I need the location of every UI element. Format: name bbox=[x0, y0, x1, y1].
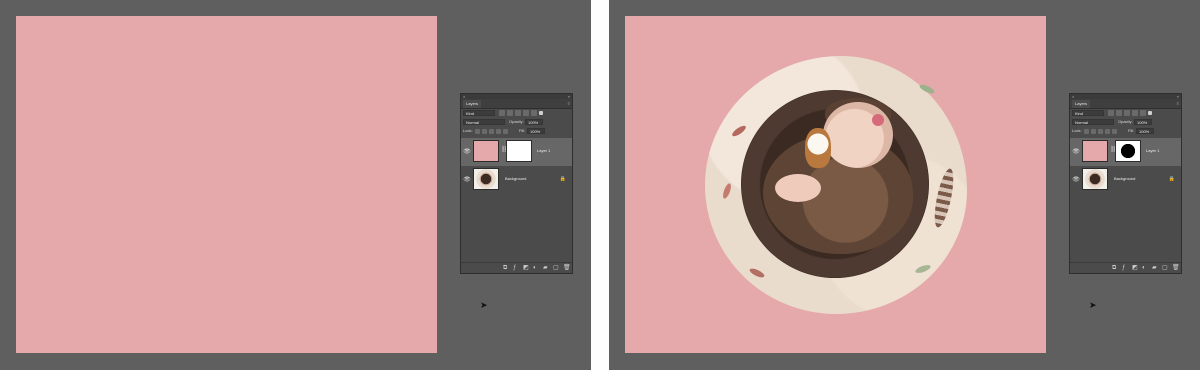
lock-row: Lock: Fill: 100% bbox=[1070, 127, 1181, 136]
headband-bow bbox=[872, 114, 884, 126]
panel-menu-icon[interactable]: ≡ bbox=[568, 101, 570, 106]
lock-transparency-icon[interactable] bbox=[1084, 129, 1089, 134]
layers-bottom-toolbar: ⧉ ƒ ◩ ◐ ▰ ▢ 🗑 bbox=[461, 262, 572, 273]
adjustment-layer-icon[interactable]: ◐ bbox=[533, 265, 537, 271]
layer-thumbnail-photo[interactable] bbox=[1082, 168, 1108, 190]
fx-icon[interactable]: ƒ bbox=[513, 265, 516, 271]
lock-all-icon[interactable] bbox=[1112, 129, 1117, 134]
document-canvas[interactable] bbox=[625, 16, 1046, 353]
filter-row: Kind bbox=[1070, 109, 1181, 118]
visibility-eye-icon[interactable]: 👁 bbox=[1072, 176, 1080, 184]
lock-position-icon[interactable] bbox=[489, 129, 494, 134]
filter-pixel-icon[interactable] bbox=[499, 110, 505, 116]
new-layer-icon[interactable]: ▢ bbox=[1162, 265, 1168, 271]
layer-row-background[interactable]: 👁 Background 🔒 bbox=[1070, 166, 1181, 194]
workspace-left: × » Layers ≡ Kind Normal Opacity: 100% L… bbox=[0, 0, 591, 370]
blend-row: Normal Opacity: 100% bbox=[1070, 118, 1181, 127]
lock-image-icon[interactable] bbox=[482, 129, 487, 134]
adjustment-layer-icon[interactable]: ◐ bbox=[1142, 265, 1146, 271]
layer-name[interactable]: Background bbox=[505, 176, 526, 181]
blend-mode-select[interactable]: Normal bbox=[463, 119, 505, 125]
visibility-eye-icon[interactable]: 👁 bbox=[463, 176, 471, 184]
baby-head bbox=[823, 102, 893, 168]
fill-input[interactable]: 100% bbox=[527, 128, 545, 134]
filter-shape-icon[interactable] bbox=[1132, 110, 1138, 116]
filter-type-icon[interactable] bbox=[1124, 110, 1130, 116]
lock-all-icon[interactable] bbox=[503, 129, 508, 134]
delete-layer-icon[interactable]: 🗑 bbox=[1172, 265, 1180, 271]
filter-adjustment-icon[interactable] bbox=[507, 110, 513, 116]
masked-newborn-photo[interactable] bbox=[705, 56, 967, 314]
fill-input[interactable]: 100% bbox=[1136, 128, 1154, 134]
tab-layers[interactable]: Layers bbox=[463, 100, 482, 108]
filter-toggle-icon[interactable] bbox=[1148, 111, 1152, 115]
lock-artboard-icon[interactable] bbox=[496, 129, 501, 134]
filter-kind-select[interactable]: Kind bbox=[463, 110, 495, 116]
new-layer-icon[interactable]: ▢ bbox=[553, 265, 559, 271]
layer-name[interactable]: Layer 1 bbox=[1146, 148, 1159, 153]
add-mask-icon[interactable]: ◩ bbox=[1132, 265, 1138, 271]
new-group-icon[interactable]: ▰ bbox=[543, 265, 548, 271]
lock-transparency-icon[interactable] bbox=[475, 129, 480, 134]
filter-pixel-icon[interactable] bbox=[1108, 110, 1114, 116]
owl-toy bbox=[805, 128, 831, 168]
layer-row-background[interactable]: 👁 Background 🔒 bbox=[461, 166, 572, 194]
filter-type-icon[interactable] bbox=[515, 110, 521, 116]
opacity-label: Opacity: bbox=[1118, 119, 1133, 124]
tab-layers[interactable]: Layers bbox=[1072, 100, 1091, 108]
panel-menu-icon[interactable]: ≡ bbox=[1177, 101, 1179, 106]
workspace-right: × » Layers ≡ Kind Normal Opacity: 100% L… bbox=[609, 0, 1200, 370]
layers-bottom-toolbar: ⧉ ƒ ◩ ◐ ▰ ▢ 🗑 bbox=[1070, 262, 1181, 273]
lock-position-icon[interactable] bbox=[1098, 129, 1103, 134]
layer-mask-thumbnail[interactable] bbox=[1115, 140, 1141, 162]
filter-toggle-icon[interactable] bbox=[539, 111, 543, 115]
visibility-eye-icon[interactable]: 👁 bbox=[1072, 148, 1080, 156]
visibility-eye-icon[interactable]: 👁 bbox=[463, 148, 471, 156]
background-lock-icon[interactable]: 🔒 bbox=[1169, 176, 1175, 182]
mouse-cursor-icon: ➤ bbox=[480, 300, 488, 310]
layer-row-layer-1[interactable]: 👁 ⛓ Layer 1 bbox=[461, 138, 572, 166]
lock-image-icon[interactable] bbox=[1091, 129, 1096, 134]
lock-artboard-icon[interactable] bbox=[1105, 129, 1110, 134]
link-layers-icon[interactable]: ⧉ bbox=[1112, 265, 1116, 271]
layer-mask-thumbnail[interactable] bbox=[506, 140, 532, 162]
layer-name[interactable]: Layer 1 bbox=[537, 148, 550, 153]
add-mask-icon[interactable]: ◩ bbox=[523, 265, 529, 271]
layers-panel: × » Layers ≡ Kind Normal Opacity: 100% L… bbox=[460, 93, 573, 274]
blend-mode-select[interactable]: Normal bbox=[1072, 119, 1114, 125]
layer-list: 👁 ⛓ Layer 1 👁 Background 🔒 bbox=[461, 138, 572, 194]
mouse-cursor-icon: ➤ bbox=[1089, 300, 1097, 310]
baby-leg bbox=[775, 174, 821, 202]
layer-name[interactable]: Background bbox=[1114, 176, 1135, 181]
filter-adjustment-icon[interactable] bbox=[1116, 110, 1122, 116]
opacity-label: Opacity: bbox=[509, 119, 524, 124]
delete-layer-icon[interactable]: 🗑 bbox=[563, 265, 571, 271]
lock-label: Lock: bbox=[1072, 128, 1082, 133]
layer-row-layer-1[interactable]: 👁 ⛓ Layer 1 bbox=[1070, 138, 1181, 166]
layer-list: 👁 ⛓ Layer 1 👁 Background 🔒 bbox=[1070, 138, 1181, 194]
layer-thumbnail-color-fill[interactable] bbox=[1082, 140, 1108, 162]
filter-shape-icon[interactable] bbox=[523, 110, 529, 116]
filter-row: Kind bbox=[461, 109, 572, 118]
lock-label: Lock: bbox=[463, 128, 473, 133]
fx-icon[interactable]: ƒ bbox=[1122, 265, 1125, 271]
opacity-input[interactable]: 100% bbox=[1134, 119, 1152, 125]
filter-kind-select[interactable]: Kind bbox=[1072, 110, 1104, 116]
opacity-input[interactable]: 100% bbox=[525, 119, 543, 125]
layers-panel: × » Layers ≡ Kind Normal Opacity: 100% L… bbox=[1069, 93, 1182, 274]
blend-row: Normal Opacity: 100% bbox=[461, 118, 572, 127]
filter-smart-object-icon[interactable] bbox=[1140, 110, 1146, 116]
document-canvas[interactable] bbox=[16, 16, 437, 353]
panel-tabs: Layers ≡ bbox=[1070, 99, 1181, 109]
layer-thumbnail-color-fill[interactable] bbox=[473, 140, 499, 162]
filter-smart-object-icon[interactable] bbox=[531, 110, 537, 116]
fill-label: Fill: bbox=[1128, 128, 1135, 133]
link-layers-icon[interactable]: ⧉ bbox=[503, 265, 507, 271]
panel-tabs: Layers ≡ bbox=[461, 99, 572, 109]
layer-thumbnail-photo[interactable] bbox=[473, 168, 499, 190]
lock-row: Lock: Fill: 100% bbox=[461, 127, 572, 136]
fill-label: Fill: bbox=[519, 128, 526, 133]
new-group-icon[interactable]: ▰ bbox=[1152, 265, 1157, 271]
background-lock-icon[interactable]: 🔒 bbox=[560, 176, 566, 182]
